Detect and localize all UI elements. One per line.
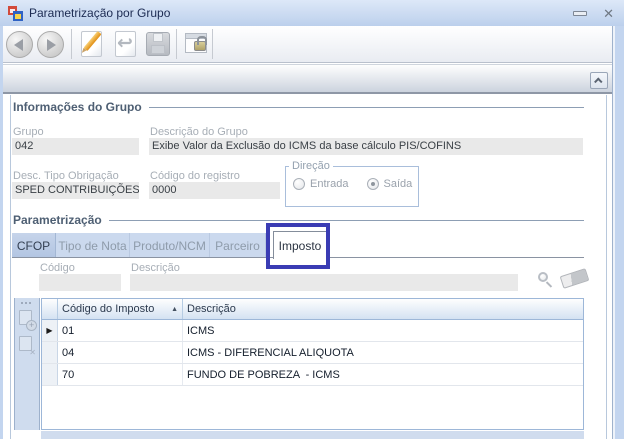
- group-info-section-title: Informações do Grupo: [13, 100, 142, 114]
- codigo-registro-field[interactable]: 0000: [149, 182, 280, 199]
- radio-saida-icon[interactable]: [366, 178, 379, 190]
- close-button[interactable]: ✕: [603, 7, 614, 20]
- edit-button[interactable]: [76, 29, 108, 60]
- radio-entrada-icon[interactable]: [293, 178, 305, 190]
- sort-asc-icon: ▲: [171, 305, 178, 313]
- group-info-section-header: Informações do Grupo: [13, 100, 584, 114]
- filter-descricao-input[interactable]: [130, 274, 518, 291]
- collapsible-panel-bar: [3, 64, 612, 94]
- filter-codigo-input[interactable]: [39, 274, 121, 291]
- cell-descricao[interactable]: ICMS: [183, 320, 583, 341]
- grid-column-codigo-imposto[interactable]: Código do Imposto ▲: [58, 299, 183, 319]
- next-icon: [47, 38, 56, 51]
- descricao-grupo-label: Descrição do Grupo: [150, 126, 248, 138]
- descricao-grupo-field[interactable]: Exibe Valor da Exclusão do ICMS da base …: [149, 138, 583, 155]
- table-row[interactable]: 70 FUNDO DE POBREZA - ICMS: [42, 364, 583, 386]
- save-button[interactable]: [142, 29, 174, 60]
- add-row-button[interactable]: +: [18, 310, 37, 331]
- undo-icon: ↩: [117, 33, 133, 54]
- direcao-options: Entrada Saída: [293, 178, 412, 190]
- toolbar: ↩: [3, 26, 612, 63]
- imposto-grid: Código do Imposto ▲ Descrição ▶ 01 ICMS …: [41, 298, 584, 430]
- parametrizacao-section-title: Parametrização: [13, 213, 102, 227]
- grid-bottom-scroll-area[interactable]: [41, 431, 584, 439]
- table-row[interactable]: 04 ICMS - DIFERENCIAL ALIQUOTA: [42, 342, 583, 364]
- save-icon: [146, 32, 170, 56]
- tab-tipo-de-nota-label: Tipo de Nota: [58, 238, 127, 253]
- window-title: Parametrização por Grupo: [29, 6, 171, 20]
- cell-codigo[interactable]: 70: [58, 364, 183, 385]
- tab-produto-ncm[interactable]: Produto/NCM: [130, 233, 210, 258]
- grid-header: Código do Imposto ▲ Descrição: [42, 299, 583, 320]
- highlight-annotation-box: [266, 223, 330, 269]
- row-indicator-icon: ▶: [42, 320, 58, 341]
- radio-entrada[interactable]: Entrada: [293, 178, 349, 190]
- padlock-icon: [194, 36, 207, 51]
- previous-button[interactable]: [6, 31, 33, 58]
- security-button[interactable]: [181, 29, 213, 60]
- grupo-field[interactable]: 042: [12, 138, 139, 155]
- grid-indicator-header: [42, 299, 58, 319]
- filter-descricao-label: Descrição: [131, 262, 180, 274]
- radio-saida-label: Saída: [383, 178, 413, 190]
- table-row[interactable]: ▶ 01 ICMS: [42, 320, 583, 342]
- drag-handle-icon[interactable]: [21, 302, 31, 304]
- cell-descricao[interactable]: ICMS - DIFERENCIAL ALIQUOTA: [183, 342, 583, 363]
- tab-tipo-de-nota[interactable]: Tipo de Nota: [56, 233, 130, 258]
- titlebar: Parametrização por Grupo ✕: [0, 0, 624, 26]
- tab-parceiro-label: Parceiro: [215, 238, 260, 253]
- filter-codigo-label: Código: [40, 262, 75, 274]
- cell-codigo[interactable]: 04: [58, 342, 183, 363]
- delete-row-button[interactable]: ✕: [18, 336, 37, 357]
- grid-column-descricao-label: Descrição: [187, 303, 236, 315]
- toolbar-separator: [212, 29, 213, 59]
- next-button[interactable]: [37, 31, 64, 58]
- section-rule: [108, 219, 584, 221]
- search-button[interactable]: [537, 271, 555, 289]
- tipo-obrigacao-label: Desc. Tipo Obrigação: [13, 170, 119, 182]
- tipo-obrigacao-field[interactable]: SPED CONTRIBUIÇÕES: [12, 182, 139, 199]
- codigo-registro-label: Código do registro: [150, 170, 240, 182]
- radio-saida[interactable]: Saída: [366, 178, 413, 190]
- grid-column-codigo-imposto-label: Código do Imposto: [62, 303, 155, 315]
- grid-navigator: + ✕: [14, 298, 40, 430]
- grupo-label: Grupo: [13, 126, 44, 138]
- tab-produto-ncm-label: Produto/NCM: [133, 238, 206, 253]
- panel-border-right: [606, 95, 607, 439]
- collapse-button[interactable]: [590, 72, 608, 89]
- grid-column-descricao[interactable]: Descrição: [183, 299, 583, 319]
- minimize-button[interactable]: [573, 10, 588, 16]
- window-border: [612, 26, 624, 439]
- radio-entrada-label: Entrada: [310, 178, 349, 190]
- chevron-up-icon: [594, 76, 603, 86]
- delete-row-icon: ✕: [29, 348, 36, 357]
- section-rule: [148, 106, 584, 108]
- toolbar-separator: [176, 29, 177, 59]
- panel-border-left: [10, 95, 11, 439]
- clear-filter-button[interactable]: [559, 268, 590, 289]
- cell-codigo[interactable]: 01: [58, 320, 183, 341]
- previous-icon: [14, 38, 23, 51]
- tab-cfop[interactable]: CFOP: [12, 233, 56, 258]
- app-window: Parametrização por Grupo ✕ ↩ Informações…: [0, 0, 624, 439]
- cell-descricao[interactable]: FUNDO DE POBREZA - ICMS: [183, 364, 583, 385]
- toolbar-separator: [71, 29, 72, 59]
- tab-cfop-label: CFOP: [16, 238, 51, 253]
- app-icon: [8, 5, 23, 21]
- app-body: ↩ Informações do Grupo Grupo 042 Descriç…: [3, 26, 612, 439]
- add-row-icon: +: [26, 320, 37, 331]
- tab-parceiro[interactable]: Parceiro: [210, 233, 266, 258]
- direcao-label: Direção: [289, 160, 333, 172]
- undo-button[interactable]: ↩: [110, 29, 142, 60]
